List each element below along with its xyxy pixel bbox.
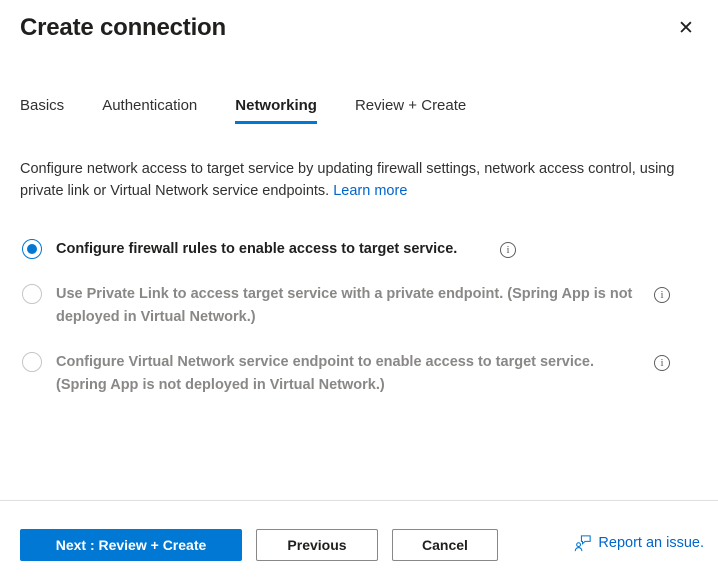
radio-indicator-service-endpoint bbox=[22, 352, 42, 372]
radio-option-firewall-rules[interactable]: Configure firewall rules to enable acces… bbox=[22, 238, 694, 261]
network-access-option-group: Configure firewall rules to enable acces… bbox=[22, 238, 694, 397]
feedback-person-icon bbox=[575, 534, 592, 551]
learn-more-link[interactable]: Learn more bbox=[333, 183, 407, 199]
close-icon: ✕ bbox=[678, 16, 694, 39]
next-review-create-button[interactable]: Next : Review + Create bbox=[20, 529, 242, 561]
tabstrip: Basics Authentication Networking Review … bbox=[20, 96, 718, 128]
description-text: Configure network access to target servi… bbox=[20, 158, 680, 202]
radio-label-firewall-rules: Configure firewall rules to enable acces… bbox=[56, 241, 458, 257]
tab-authentication[interactable]: Authentication bbox=[102, 96, 197, 116]
tab-networking[interactable]: Networking bbox=[235, 96, 317, 124]
page-title: Create connection bbox=[20, 14, 226, 41]
info-icon-firewall-rules[interactable]: i bbox=[500, 242, 516, 258]
info-icon-service-endpoint[interactable]: i bbox=[654, 355, 670, 371]
info-icon-private-link[interactable]: i bbox=[654, 287, 670, 303]
report-issue-label: Report an issue. bbox=[598, 535, 704, 551]
radio-label-private-link: Use Private Link to access target servic… bbox=[56, 286, 633, 325]
radio-option-private-link: Use Private Link to access target servic… bbox=[22, 283, 694, 329]
radio-indicator-private-link bbox=[22, 284, 42, 304]
blade-header: Create connection ✕ bbox=[0, 0, 718, 62]
radio-option-service-endpoint: Configure Virtual Network service endpoi… bbox=[22, 351, 694, 397]
previous-button[interactable]: Previous bbox=[256, 529, 378, 561]
close-button[interactable]: ✕ bbox=[670, 12, 702, 44]
report-issue-link[interactable]: Report an issue. bbox=[574, 533, 704, 553]
tab-review-create[interactable]: Review + Create bbox=[355, 96, 466, 116]
tab-basics[interactable]: Basics bbox=[20, 96, 64, 116]
cancel-button[interactable]: Cancel bbox=[392, 529, 498, 561]
radio-indicator-firewall-rules[interactable] bbox=[22, 239, 42, 259]
radio-label-service-endpoint: Configure Virtual Network service endpoi… bbox=[56, 354, 595, 393]
footer-actionbar: Next : Review + Create Previous Cancel R… bbox=[0, 501, 718, 577]
